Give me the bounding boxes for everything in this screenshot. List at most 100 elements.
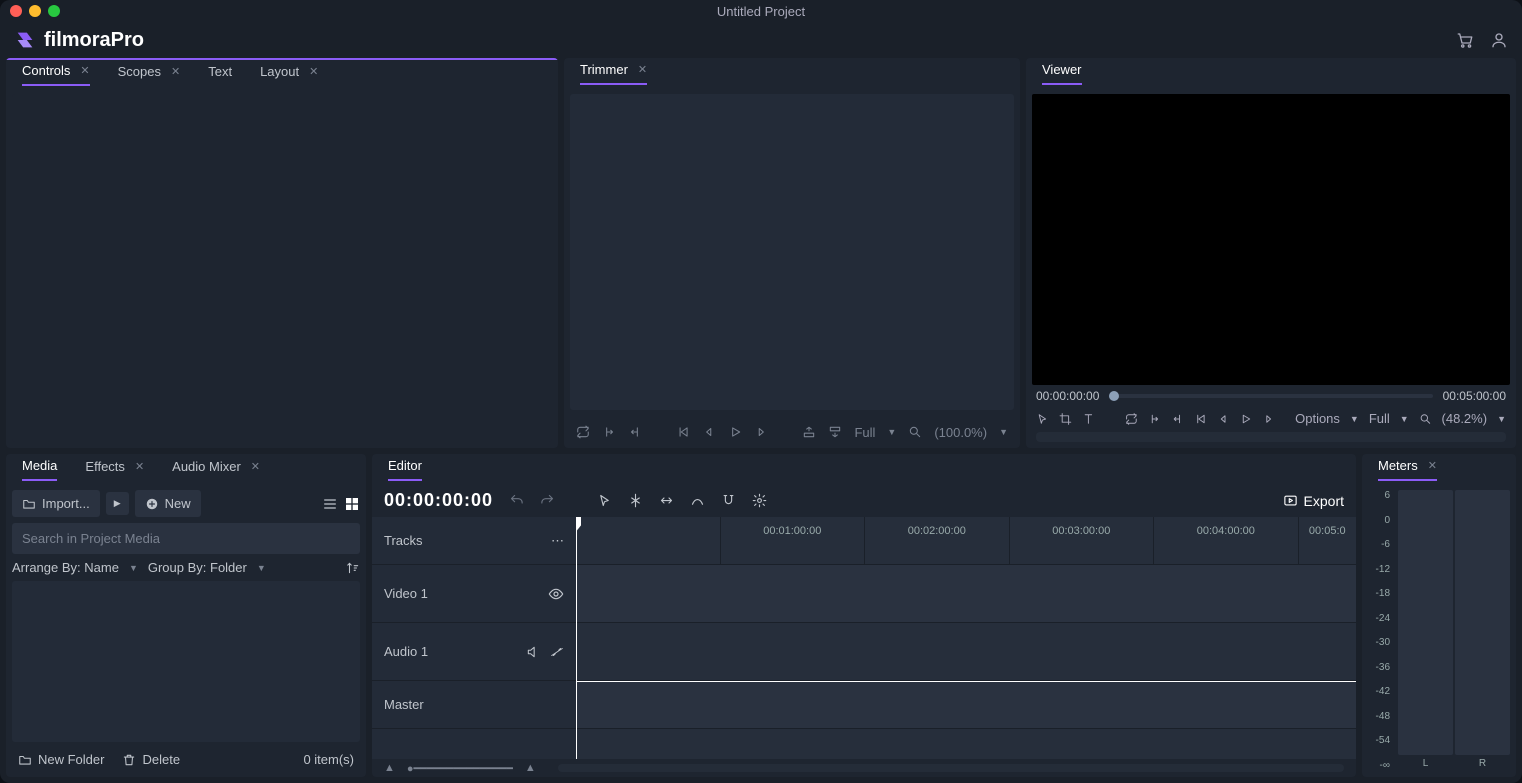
track-name: Audio 1 [384,644,428,659]
grid-view-icon[interactable] [344,496,360,512]
zoom-out-icon[interactable]: ▲ [384,762,395,774]
tab-controls[interactable]: Controls ✕ [22,63,90,86]
export-button[interactable]: Export [1283,493,1344,509]
redo-icon[interactable] [540,493,555,508]
group-by-select[interactable]: Group By: Folder [148,560,247,575]
viewer-options-select[interactable]: Options [1295,411,1340,426]
zoom-in-icon[interactable]: ▲ [525,762,536,774]
close-icon[interactable]: ✕ [171,65,180,78]
viewer-quality-select[interactable]: Full [1369,411,1390,426]
tab-meters[interactable]: Meters ✕ [1378,458,1437,481]
app-name: filmoraPro [44,29,144,52]
speaker-icon[interactable] [526,645,540,659]
tab-label: Viewer [1042,62,1082,77]
search-input[interactable]: Search in Project Media [12,523,360,554]
trimmer-zoom: (100.0%) [934,425,987,440]
viewer-scrubber[interactable] [1109,394,1432,398]
track-row[interactable]: Video 1 [372,565,576,623]
timeline-ruler[interactable]: 00:01:00:00 00:02:00:00 00:03:00:00 00:0… [576,517,1356,565]
editor-panel: Editor 00:00:00:00 Export [372,454,1356,777]
timeline-playhead[interactable] [576,517,577,759]
track-row[interactable]: Audio 1 [372,623,576,681]
folder-icon [22,497,36,511]
window-title: Untitled Project [0,4,1522,19]
mark-in-icon[interactable] [1148,412,1161,426]
track-row[interactable]: Master [372,681,576,729]
plus-icon [145,497,159,511]
close-icon[interactable]: ✕ [309,65,318,78]
step-forward-icon[interactable] [1262,412,1275,426]
selection-tool-icon[interactable] [597,493,612,508]
cart-icon[interactable] [1456,31,1474,49]
eye-icon[interactable] [548,586,564,602]
step-back-icon[interactable] [702,425,716,439]
sort-icon[interactable] [346,561,360,575]
new-button[interactable]: New [135,490,201,517]
tab-viewer[interactable]: Viewer [1042,62,1082,85]
cursor-icon[interactable] [1036,412,1049,426]
viewer-scrollbar[interactable] [1036,432,1506,442]
automation-icon[interactable] [550,645,564,659]
tab-text[interactable]: Text [208,64,232,85]
titlebar: Untitled Project [0,0,1522,22]
delete-button[interactable]: Delete [122,752,180,767]
new-folder-button[interactable]: New Folder [18,752,104,767]
insert-icon[interactable] [802,425,816,439]
tab-editor[interactable]: Editor [388,458,422,481]
tab-trimmer[interactable]: Trimmer ✕ [580,62,647,85]
user-icon[interactable] [1490,31,1508,49]
loop-icon[interactable] [576,425,590,439]
rate-stretch-icon[interactable] [690,493,705,508]
timeline-area[interactable]: 00:01:00:00 00:02:00:00 00:03:00:00 00:0… [576,517,1356,759]
tracks-header: Tracks ⋯ [372,517,576,565]
import-button[interactable]: Import... [12,490,100,517]
step-back-icon[interactable] [1217,412,1230,426]
media-bin[interactable] [12,581,360,742]
settings-icon[interactable] [752,493,767,508]
meter-bar-r: R [1455,490,1510,755]
play-icon[interactable] [728,425,742,439]
meter-scale: 6 0 -6 -12 -18 -24 -30 -36 -42 -48 -54 -… [1368,490,1394,771]
timeline-scrollbar[interactable] [558,764,1344,772]
loop-icon[interactable] [1125,412,1138,426]
close-icon[interactable]: ✕ [638,63,647,76]
tab-scopes[interactable]: Scopes ✕ [118,64,181,85]
close-icon[interactable]: ✕ [1428,459,1437,472]
text-tool-icon[interactable] [1082,412,1095,426]
item-count: 0 item(s) [303,752,354,767]
go-start-icon[interactable] [1194,412,1207,426]
overwrite-icon[interactable] [828,425,842,439]
tab-label: Editor [388,458,422,473]
prev-frame-icon[interactable] [676,425,690,439]
track-name: Master [384,697,424,712]
mark-out-icon[interactable] [1171,412,1184,426]
mark-in-icon[interactable] [602,425,616,439]
list-view-icon[interactable] [322,496,338,512]
slip-tool-icon[interactable] [659,493,674,508]
import-dropdown[interactable]: ▶ [106,492,129,515]
tab-label: Meters [1378,458,1418,473]
tab-label: Media [22,458,57,473]
close-icon[interactable]: ✕ [135,460,144,473]
arrange-by-select[interactable]: Arrange By: Name [12,560,119,575]
editor-timecode[interactable]: 00:00:00:00 [384,490,493,511]
track-headers: Tracks ⋯ Video 1 Audio 1 [372,517,576,759]
close-icon[interactable]: ✕ [80,64,89,77]
snap-icon[interactable] [721,493,736,508]
app-logo: filmoraPro [14,29,144,52]
tab-effects[interactable]: Effects✕ [85,459,144,480]
step-forward-icon[interactable] [754,425,768,439]
tracks-menu-icon[interactable]: ⋯ [551,533,564,549]
viewer-canvas[interactable] [1032,94,1510,385]
tab-media[interactable]: Media [22,458,57,481]
trimmer-quality-select[interactable]: Full [854,425,875,440]
close-icon[interactable]: ✕ [251,460,260,473]
mark-out-icon[interactable] [628,425,642,439]
slice-tool-icon[interactable] [628,493,643,508]
tab-layout[interactable]: Layout ✕ [260,64,318,85]
undo-icon[interactable] [509,493,524,508]
timeline-zoom-slider[interactable]: ●━━━━━━━━━━━━━━━ [407,762,513,775]
tab-audio-mixer[interactable]: Audio Mixer✕ [172,459,260,480]
crop-icon[interactable] [1059,412,1072,426]
play-icon[interactable] [1239,412,1252,426]
